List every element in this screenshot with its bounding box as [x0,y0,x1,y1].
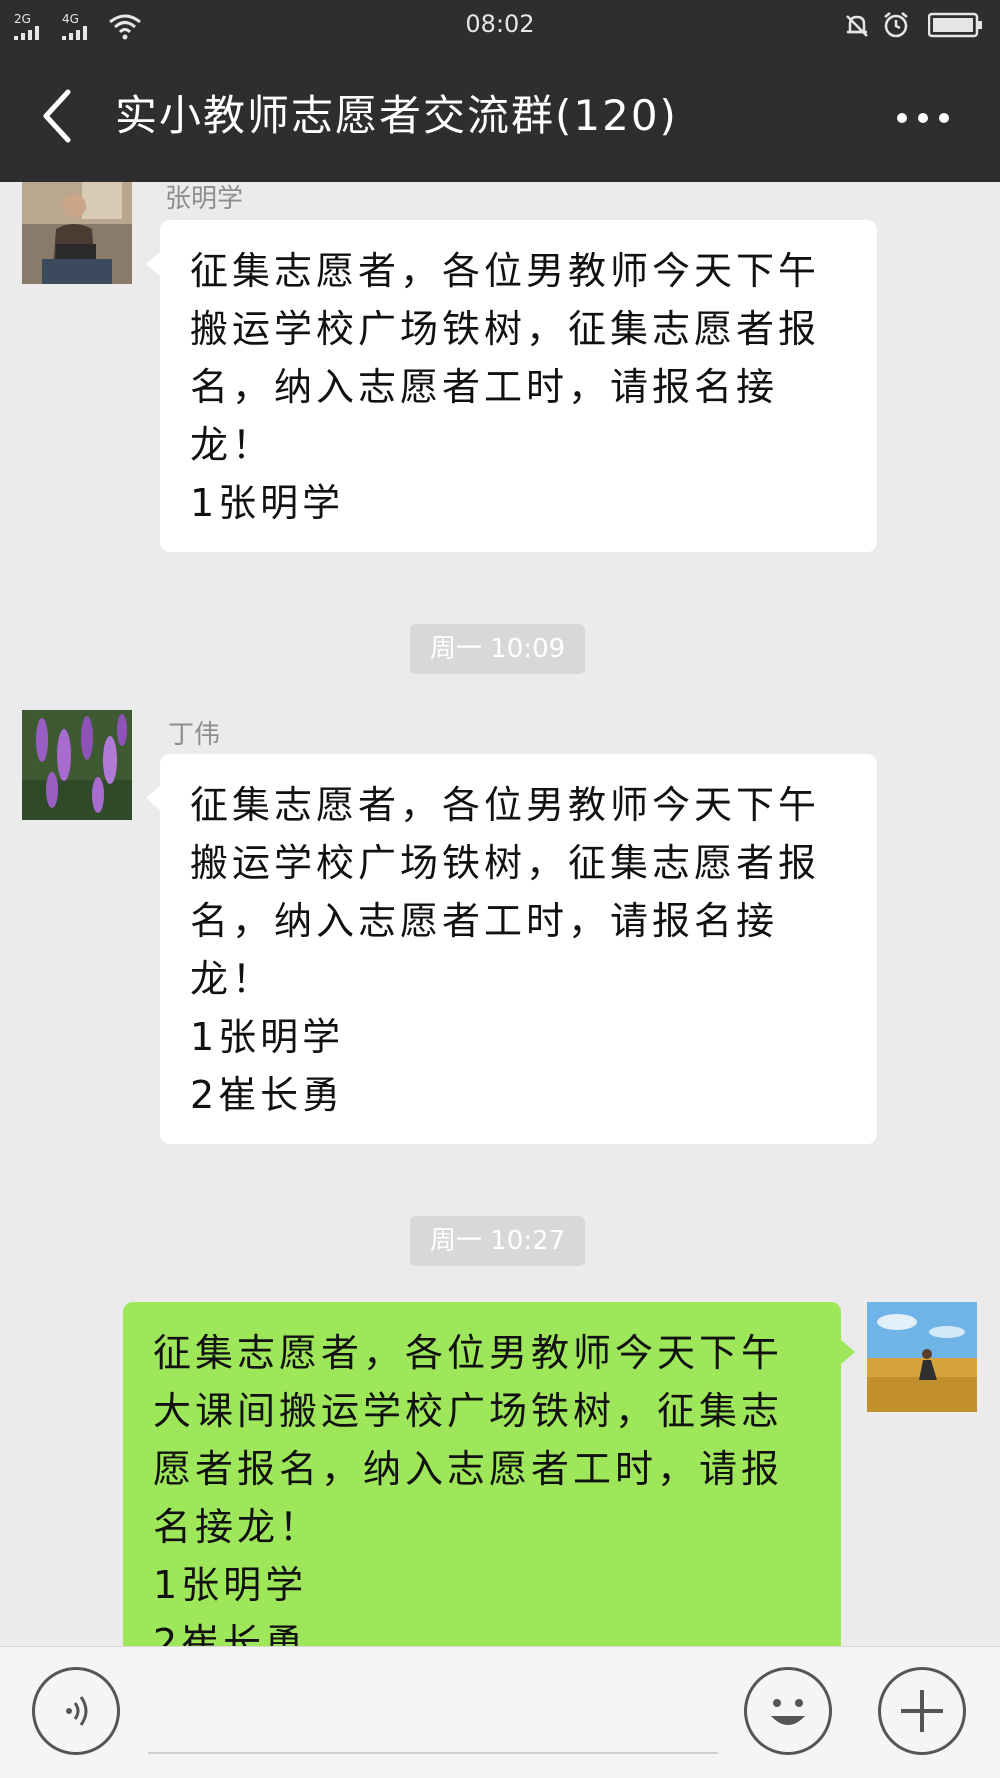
alarm-icon [884,12,908,38]
plus-icon [901,1690,943,1732]
voice-button[interactable] [32,1667,120,1755]
voice-icon [66,1696,88,1726]
avatar-man-photo[interactable] [22,182,132,284]
status-bar: 2G 4G 08:02 [0,0,1000,50]
timestamp: 周一 10:27 [410,1216,586,1266]
emoji-button[interactable] [744,1667,832,1755]
message-bubble-incoming[interactable]: 征集志愿者，各位男教师今天下午 搬运学校广场铁树，征集志愿者报 名，纳入志愿者工… [146,754,877,1144]
add-button[interactable] [878,1667,966,1755]
battery-icon [928,12,982,38]
timestamp: 周一 10:09 [410,624,586,674]
emoji-icon [771,1699,805,1725]
avatar-girl-field[interactable] [867,1302,977,1412]
bell-mute-icon [846,15,868,37]
message-bubble-incoming[interactable]: 征集志愿者，各位男教师今天下午 搬运学校广场铁树，征集志愿者报 名，纳入志愿者工… [146,220,877,552]
back-arrow-icon[interactable] [38,88,78,144]
more-dots-icon[interactable] [888,86,958,146]
chat-title: 实小教师志愿者交流群(120) [115,91,678,140]
message-input[interactable] [148,1752,718,1754]
avatar-purple-flowers[interactable] [22,710,132,820]
message-bubble-outgoing[interactable]: 征集志愿者，各位男教师今天下午 大课间搬运学校广场铁树，征集志 愿者报名，纳入志… [123,1302,855,1646]
input-bar [0,1646,1000,1778]
chat-header: 实小教师志愿者交流群(120) [0,50,1000,182]
sender-name: 张明学 [165,184,244,214]
sender-name: 丁伟 [168,720,221,750]
message-list[interactable]: 张明学 征集志愿者，各位男教师今天下午 搬运学校广场铁树，征集志愿者报 名，纳入… [0,182,1000,1646]
